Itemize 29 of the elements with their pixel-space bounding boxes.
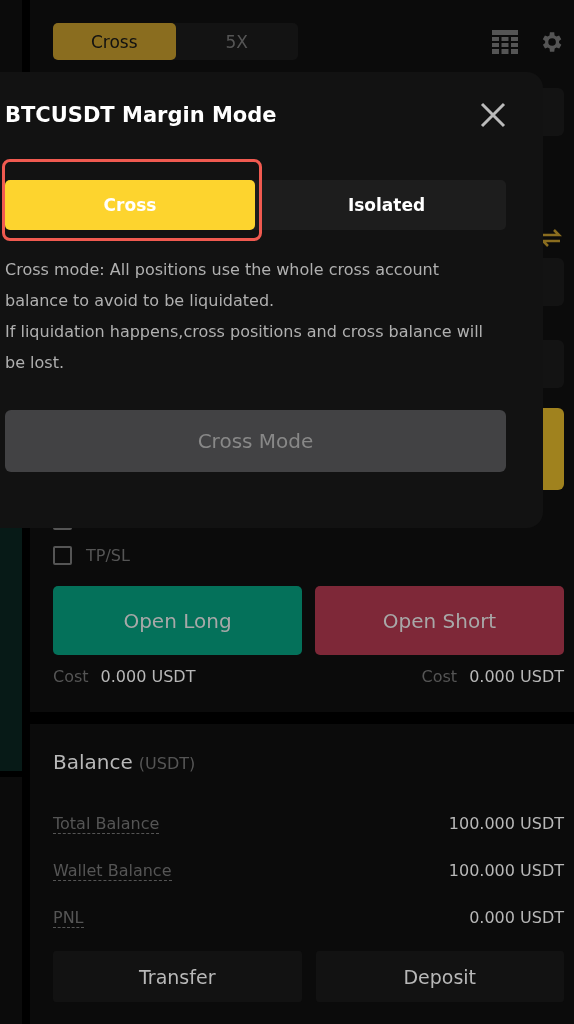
balance-value: 100.000 USDT xyxy=(448,814,564,833)
mode-tab[interactable]: Cross xyxy=(5,180,255,230)
cost-value: 0.000 USDT xyxy=(469,667,564,686)
cost-label: Cost xyxy=(421,667,458,686)
balance-title: Balance xyxy=(53,750,133,774)
swap-icon[interactable] xyxy=(540,228,562,248)
order-button[interactable]: Open Short xyxy=(315,586,564,655)
calculator-icon[interactable] xyxy=(492,29,518,54)
balance-label[interactable]: Total Balance xyxy=(53,813,160,834)
checkbox-label: TP/SL xyxy=(86,545,130,565)
checkbox[interactable] xyxy=(53,545,72,565)
balance-label[interactable]: PNL xyxy=(53,907,84,928)
margin-toggle[interactable]: 5X xyxy=(175,23,298,60)
balance-button[interactable]: Transfer xyxy=(53,951,302,1002)
balance-unit: (USDT) xyxy=(138,754,196,773)
mode-tab[interactable]: Isolated xyxy=(267,180,506,230)
dialog-title: BTCUSDT Margin Mode xyxy=(5,103,277,127)
cost-label: Cost xyxy=(53,667,89,686)
balance-label[interactable]: Wallet Balance xyxy=(53,860,172,881)
cost-value: 0.000 USDT xyxy=(100,667,196,686)
description-text: If liquidation happens,cross positions and cross balance will be lost. xyxy=(5,321,485,374)
order-button[interactable]: Open Long xyxy=(53,586,302,655)
margin-toggle[interactable]: Cross xyxy=(53,23,176,60)
confirm-button[interactable]: Cross Mode xyxy=(5,410,506,472)
balance-value: 100.000 USDT xyxy=(448,861,564,880)
balance-value: 0.000 USDT xyxy=(469,908,564,927)
description-text: Cross mode: All positions use the whole cross account balance to avoid to be liquidated. xyxy=(5,259,440,312)
balance-button[interactable]: Deposit xyxy=(315,951,564,1002)
close-icon[interactable] xyxy=(480,102,506,128)
